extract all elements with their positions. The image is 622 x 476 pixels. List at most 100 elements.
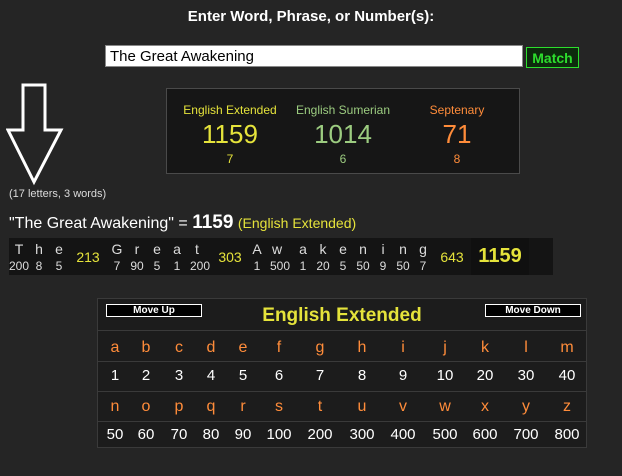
chart-value: 100 [266, 426, 292, 443]
divider [98, 361, 586, 362]
letter-char: k [319, 241, 327, 257]
chart-value: 10 [436, 367, 454, 384]
letter-char: a [173, 241, 181, 257]
chart-value: 700 [513, 426, 539, 443]
chart-value: 3 [174, 367, 184, 384]
letter-char: t [195, 241, 199, 257]
chart-letter: v [399, 398, 407, 415]
word-subtotal: 213 [76, 248, 100, 265]
phrase-quoted: "The Great Awakening" [9, 215, 174, 232]
chart-value: 90 [234, 426, 252, 443]
letter-char: h [35, 241, 43, 257]
chart-letter: c [175, 339, 183, 356]
chart-letter: t [317, 398, 323, 415]
chart-letter: f [276, 339, 282, 356]
letter-char: r [134, 241, 140, 257]
breakdown-total: 1159 [471, 238, 529, 275]
divider [98, 391, 586, 392]
chart-value: 9 [398, 367, 408, 384]
breakdown-letter: e5 [49, 238, 69, 275]
phrase-cipher: (English Extended) [237, 215, 357, 231]
letter-char: e [153, 241, 161, 257]
cipher-reduced: 6 [339, 152, 347, 166]
cipher-name: English Extended [183, 103, 277, 117]
chart-letter: d [206, 339, 216, 356]
chart-letter: y [522, 398, 530, 415]
letter-value: 7 [419, 259, 427, 273]
chart-letter: z [563, 398, 571, 415]
letter-char: e [55, 241, 63, 257]
cipher-name: Septenary [429, 103, 485, 117]
letter-char: A [252, 241, 262, 257]
chart-letter: s [275, 398, 283, 415]
cipher-reduced: 7 [226, 152, 234, 166]
letter-char: i [381, 241, 385, 257]
breakdown-letter: g7 [413, 238, 433, 275]
letter-char: e [339, 241, 347, 257]
chart-value: 1 [110, 367, 120, 384]
chart-letter: w [439, 398, 451, 415]
cipher-reduced: 8 [453, 152, 461, 166]
chart-letter: j [443, 339, 447, 356]
chart-value: 6 [274, 367, 284, 384]
letter-char: g [419, 241, 427, 257]
chart-value: 40 [558, 367, 576, 384]
chart-value: 4 [206, 367, 216, 384]
word-subtotal: 643 [440, 248, 464, 265]
chart-letter: e [238, 339, 248, 356]
breakdown-letter: a1 [167, 238, 187, 275]
chart-letter: n [110, 398, 120, 415]
down-arrow-icon [6, 83, 64, 186]
match-button[interactable]: Match [526, 47, 579, 68]
results-panel: English Extended 1159 7 English Sumerian… [166, 88, 520, 174]
chart-value: 600 [472, 426, 498, 443]
letter-char: a [299, 241, 307, 257]
chart-letter: u [357, 398, 367, 415]
chart-letter: a [110, 339, 120, 356]
chart-letter: p [174, 398, 184, 415]
letter-char: T [14, 241, 24, 257]
chart-value: 7 [315, 367, 325, 384]
letter-breakdown: T 200 h8 e5 213 G7 r 90 e5 a1 t 200 303 A1 … [9, 238, 553, 275]
phrase-equals: = [178, 215, 188, 232]
cipher-total: 71 [442, 119, 472, 149]
chart-value: 20 [476, 367, 494, 384]
letter-char: w [271, 241, 283, 257]
chart-value: 30 [517, 367, 535, 384]
cipher-chart: Move Up English Extended Move Down abcde… [97, 298, 587, 448]
letter-value: 5 [55, 259, 63, 273]
chart-value: 70 [170, 426, 188, 443]
move-down-button[interactable]: Move Down [485, 304, 581, 317]
breakdown-letter: A1 [247, 238, 267, 275]
chart-letter: i [401, 339, 405, 356]
chart-letter: o [141, 398, 151, 415]
cipher-name: English Sumerian [295, 103, 391, 117]
chart-value: 80 [202, 426, 220, 443]
chart-letter: r [240, 398, 246, 415]
page-prompt: Enter Word, Phrase, or Number(s): [187, 8, 435, 25]
chart-letter: h [357, 339, 367, 356]
chart-letter: g [315, 339, 325, 356]
chart-value: 400 [390, 426, 416, 443]
chart-value: 5 [238, 367, 248, 384]
chart-letter: l [524, 339, 528, 356]
word-subtotal: 303 [218, 248, 242, 265]
letter-value: 200 [189, 259, 211, 273]
chart-value: 60 [137, 426, 155, 443]
letter-count: (17 letters, 3 words) [9, 188, 107, 200]
chart-value: 500 [432, 426, 458, 443]
phrase-summary: "The Great Awakening" = 1159 (English Ex… [9, 212, 356, 234]
divider [98, 330, 586, 331]
chart-value: 2 [141, 367, 151, 384]
phrase-total: 1159 [192, 212, 234, 233]
chart-letter: m [560, 339, 574, 356]
divider [98, 421, 586, 422]
chart-value: 8 [357, 367, 367, 384]
cipher-total: 1014 [314, 119, 372, 149]
letter-char: G [111, 241, 123, 257]
chart-value: 50 [106, 426, 124, 443]
chart-letter: x [481, 398, 489, 415]
chart-value: 800 [554, 426, 580, 443]
phrase-input[interactable] [105, 45, 523, 67]
chart-letter: q [206, 398, 216, 415]
